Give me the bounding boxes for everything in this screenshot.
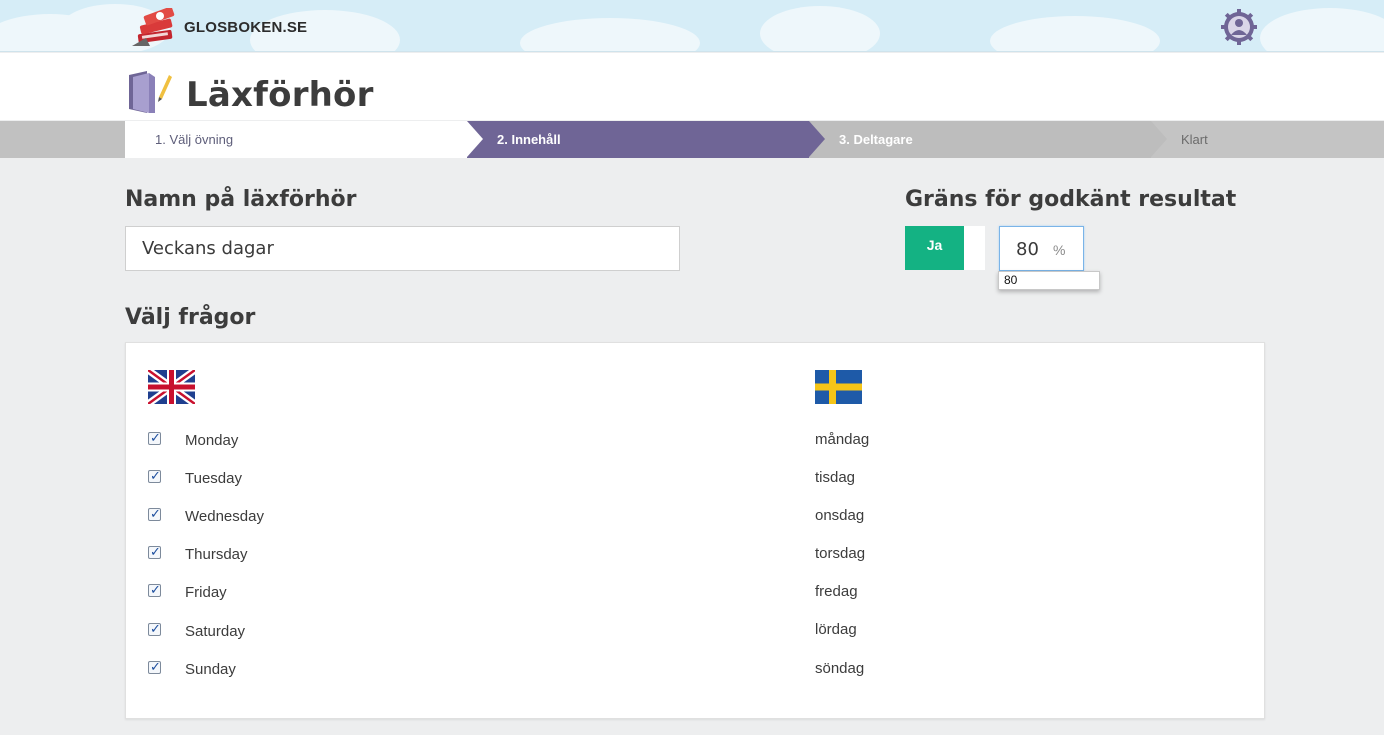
step-participants[interactable]: 3. Deltagare [809, 121, 1167, 158]
uk-flag-icon [145, 367, 198, 407]
source-word: Monday [185, 432, 239, 449]
step-content[interactable]: 2. Innehåll [467, 121, 825, 158]
source-word: Tuesday [185, 470, 242, 487]
toggle-on-label: Ja [905, 226, 964, 270]
question-checkbox[interactable]: ✓ [148, 430, 161, 445]
checkmark-icon: ✓ [150, 659, 161, 674]
site-logo[interactable]: GLOSBOKEN.SE [132, 6, 308, 46]
step-label: 1. Välj övning [155, 132, 234, 147]
pass-limit-toggle[interactable]: Ja [905, 226, 985, 270]
source-word: Thursday [185, 546, 248, 563]
source-word: Wednesday [185, 508, 264, 525]
target-word: fredag [815, 583, 858, 600]
autocomplete-suggestion[interactable]: 80 [998, 271, 1100, 290]
books-logo-icon [132, 6, 180, 46]
wizard-steps: 1. Välj övning 2. Innehåll 3. Deltagare … [0, 121, 1384, 158]
sweden-flag-icon [815, 370, 862, 404]
target-word: onsdag [815, 507, 865, 524]
step-arrow [809, 121, 825, 157]
pass-percent-input[interactable]: 80 % [999, 226, 1084, 271]
questions-panel: ✓ Monday måndag ✓ Tuesday tisdag ✓ Wedne… [125, 342, 1265, 719]
checkmark-icon: ✓ [150, 430, 161, 445]
checkmark-icon: ✓ [150, 506, 161, 521]
cloud-decoration [760, 6, 880, 51]
step-label: Klart [1181, 132, 1208, 147]
quiz-name-input[interactable]: Veckans dagar [125, 226, 680, 271]
step-label: 3. Deltagare [839, 132, 913, 147]
cloud-decoration [1260, 8, 1384, 51]
target-word: lördag [815, 621, 857, 638]
target-word: måndag [815, 431, 870, 448]
step-arrow [467, 121, 483, 157]
target-word: tisdag [815, 469, 856, 486]
percent-unit: % [1053, 242, 1066, 258]
source-word: Saturday [185, 623, 246, 640]
top-header: GLOSBOKEN.SE [0, 0, 1384, 52]
target-word: söndag [815, 660, 865, 677]
step-label: 2. Innehåll [497, 132, 561, 147]
checkmark-icon: ✓ [150, 468, 161, 483]
question-checkbox[interactable]: ✓ [148, 621, 161, 636]
cloud-decoration [520, 18, 700, 51]
name-heading: Namn på läxförhör [125, 187, 357, 212]
source-word: Sunday [185, 661, 236, 678]
checkmark-icon: ✓ [150, 621, 161, 636]
question-checkbox[interactable]: ✓ [148, 544, 161, 559]
question-checkbox[interactable]: ✓ [148, 506, 161, 521]
checkmark-icon: ✓ [150, 544, 161, 559]
title-band: Läxförhör [0, 53, 1384, 120]
book-pencil-icon [127, 69, 175, 115]
question-checkbox[interactable]: ✓ [148, 582, 161, 597]
user-gear-icon[interactable] [1221, 9, 1257, 45]
percent-value: 80 [1016, 239, 1039, 260]
source-word: Friday [185, 584, 227, 601]
target-word: torsdag [815, 545, 866, 562]
logo-text: GLOSBOKEN.SE [184, 18, 308, 36]
page-title: Läxförhör [186, 75, 374, 115]
step-done[interactable]: Klart [1151, 121, 1384, 158]
question-checkbox[interactable]: ✓ [148, 468, 161, 483]
checkmark-icon: ✓ [150, 582, 161, 597]
step-arrow [1151, 121, 1167, 157]
pass-limit-heading: Gräns för godkänt resultat [905, 187, 1237, 212]
questions-heading: Välj frågor [125, 305, 256, 330]
step-choose-exercise[interactable]: 1. Välj övning [125, 121, 483, 158]
cloud-decoration [990, 16, 1160, 51]
question-checkbox[interactable]: ✓ [148, 659, 161, 674]
